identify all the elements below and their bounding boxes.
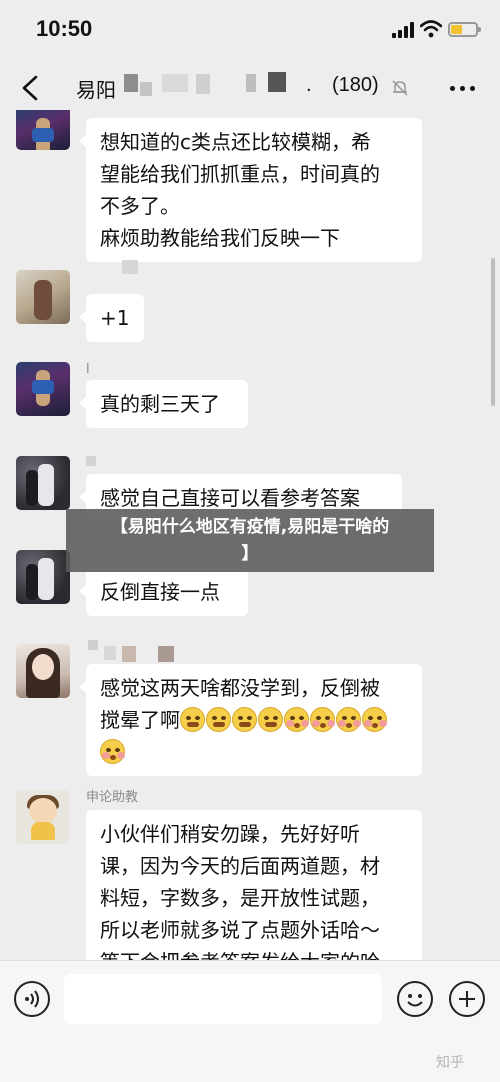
banner-title-line: 【易阳什么地区有疫情,易阳是干啥的	[110, 517, 390, 537]
signal-icon	[392, 22, 416, 38]
back-arrow-icon[interactable]	[18, 74, 44, 102]
message-text: 料短，字数多，是开放性试题，	[100, 886, 380, 910]
message-text: 想知道的c类点还比较模糊，希	[100, 130, 371, 154]
redacted-sender	[86, 456, 96, 466]
message-bubble: +1	[79, 294, 144, 342]
scrollbar[interactable]	[491, 258, 495, 406]
redacted-name-block	[124, 74, 138, 92]
add-attachment-icon[interactable]	[449, 981, 485, 1017]
emoji-picker-icon[interactable]	[397, 981, 433, 1017]
flushed-emoji-icon	[100, 739, 125, 764]
title-separator: .	[306, 74, 312, 96]
flushed-emoji-icon	[362, 707, 387, 732]
message-bubble: 反倒直接一点	[79, 568, 248, 616]
banner-title-line: 】	[241, 544, 259, 564]
crying-emoji-icon	[258, 707, 283, 732]
message-text: 小伙伴们稍安勿躁，先好好听	[100, 822, 360, 846]
redacted-sender	[104, 646, 116, 660]
message-text: +1	[100, 306, 130, 330]
status-bar: 10:50	[0, 0, 500, 60]
flushed-emoji-icon	[284, 707, 309, 732]
message-bubble: 想知道的c类点还比较模糊，希 望能给我们抓抓重点，时间真的 不多了。 麻烦助教能…	[79, 118, 422, 262]
mute-bell-icon	[392, 80, 408, 96]
crying-emoji-icon	[206, 707, 231, 732]
battery-icon	[448, 22, 481, 37]
more-options-icon[interactable]	[448, 78, 478, 98]
watermark: 知乎	[436, 1055, 464, 1071]
redacted-sender	[122, 260, 138, 274]
article-title-banner: 【易阳什么地区有疫情,易阳是干啥的 】	[66, 509, 434, 572]
message-text: 搅晕了啊	[100, 704, 408, 736]
message-bubble: 真的剩三天了	[79, 380, 248, 428]
avatar[interactable]	[16, 270, 70, 324]
avatar[interactable]	[16, 644, 70, 698]
chat-header: 易阳 . (180)	[0, 60, 500, 116]
avatar[interactable]	[16, 550, 70, 604]
message-text: 感觉这两天啥都没学到，反倒被	[100, 676, 380, 700]
message-text: 麻烦助教能给我们反映一下	[100, 226, 340, 250]
member-count: (180)	[332, 74, 379, 96]
redacted-sender	[88, 640, 98, 650]
redacted-sender	[122, 646, 136, 662]
message-text: 反倒直接一点	[100, 580, 220, 604]
sender-name: 申论助教	[86, 790, 139, 805]
redacted-name-block	[162, 74, 188, 92]
voice-input-icon[interactable]	[14, 981, 50, 1017]
redacted-sender	[158, 646, 174, 662]
flushed-emoji-icon	[310, 707, 335, 732]
redacted-name-block	[246, 74, 256, 92]
sender-name: l	[86, 362, 90, 377]
status-time: 10:50	[36, 16, 93, 41]
redacted-name-block	[140, 82, 152, 96]
flushed-emoji-icon	[336, 707, 361, 732]
avatar[interactable]	[16, 456, 70, 510]
redacted-name-block	[268, 72, 286, 92]
message-text: 所以老师就多说了点题外话哈～	[100, 918, 380, 942]
input-bar	[0, 960, 500, 1082]
redacted-name-block	[196, 74, 210, 94]
message-text: 等下会把参考答案发给大家的哈	[100, 946, 408, 960]
avatar[interactable]	[16, 110, 70, 150]
crying-emoji-icon	[232, 707, 257, 732]
chat-title[interactable]: 易阳	[76, 74, 116, 103]
message-bubble: 小伙伴们稍安勿躁，先好好听 课，因为今天的后面两道题，材 料短，字数多，是开放性…	[86, 810, 422, 960]
message-text: 不多了。	[100, 194, 180, 218]
avatar[interactable]	[16, 362, 70, 416]
message-text: 课，因为今天的后面两道题，材	[100, 854, 380, 878]
message-text: 望能给我们抓抓重点，时间真的	[100, 162, 380, 186]
message-text	[100, 736, 408, 768]
message-input[interactable]	[64, 974, 382, 1024]
message-text: 真的剩三天了	[100, 392, 220, 416]
avatar[interactable]	[16, 790, 70, 844]
message-bubble: 感觉这两天啥都没学到，反倒被 搅晕了啊	[79, 664, 422, 776]
crying-emoji-icon	[180, 707, 205, 732]
wifi-icon	[420, 20, 442, 38]
